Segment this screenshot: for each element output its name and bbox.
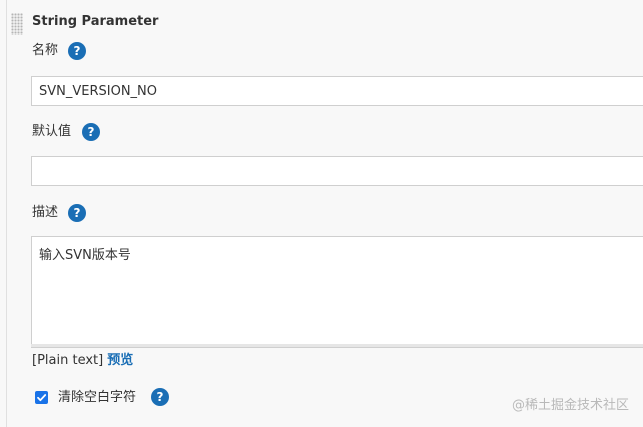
checkmark-icon bbox=[37, 394, 47, 402]
trim-label[interactable]: 清除空白字符 bbox=[58, 389, 136, 407]
preview-link[interactable]: 预览 bbox=[107, 353, 133, 368]
name-label: 名称 bbox=[32, 43, 59, 58]
description-textarea[interactable]: 输入SVN版本号 bbox=[31, 236, 643, 346]
default-value-input[interactable] bbox=[31, 156, 643, 186]
default-value-label: 默认值 bbox=[32, 124, 72, 139]
panel-border bbox=[6, 0, 7, 427]
watermark: @稀土掘金技术社区 bbox=[511, 398, 629, 413]
name-help-icon[interactable]: ? bbox=[68, 42, 86, 60]
textarea-resize-handle[interactable] bbox=[31, 344, 643, 348]
name-input[interactable] bbox=[31, 76, 643, 106]
plain-text-indicator: [Plain text] bbox=[32, 353, 104, 368]
format-line: [Plain text] 预览 bbox=[32, 352, 133, 370]
description-help-icon[interactable]: ? bbox=[68, 204, 86, 222]
default-value-help-icon[interactable]: ? bbox=[82, 123, 100, 141]
trim-help-icon[interactable]: ? bbox=[151, 388, 169, 406]
section-title: String Parameter bbox=[32, 14, 159, 29]
trim-checkbox[interactable] bbox=[35, 391, 48, 404]
string-parameter-panel: String Parameter 名称 ? 默认值 ? 描述 ? 输入SVN版本… bbox=[0, 0, 643, 427]
description-label: 描述 bbox=[32, 205, 59, 220]
drag-handle-icon[interactable] bbox=[11, 13, 23, 35]
